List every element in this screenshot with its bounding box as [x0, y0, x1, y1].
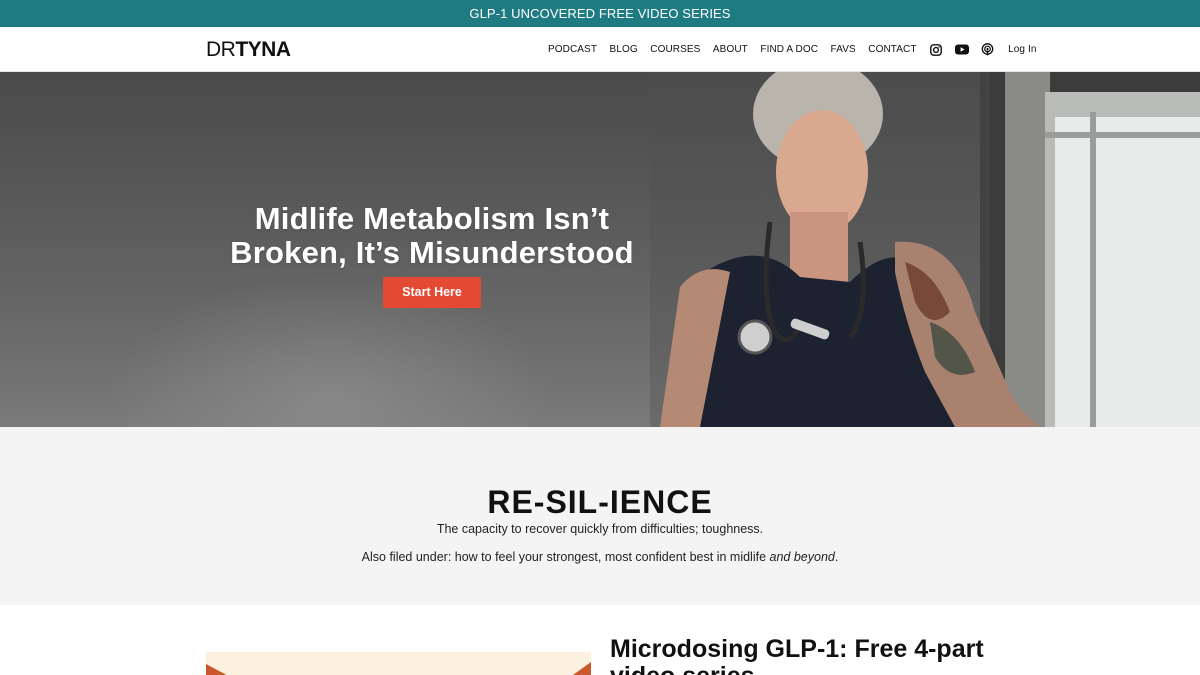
nav-favs[interactable]: FAVS [831, 27, 856, 72]
section-title: RE-SIL-IENCE [487, 484, 713, 520]
start-here-button[interactable]: Start Here [383, 277, 481, 308]
hero-headline-line2: Broken, It’s Misunderstood [230, 235, 634, 270]
podcast-icon[interactable] [981, 43, 994, 56]
nav-podcast[interactable]: PODCAST [548, 27, 597, 72]
definition-text: The capacity to recover quickly from dif… [436, 522, 764, 536]
nav-find-a-doc[interactable]: FIND A DOC [760, 27, 818, 72]
hero-section: Midlife Metabolism Isn’t Broken, It’s Mi… [0, 72, 1200, 427]
login-link[interactable]: Log In [1008, 27, 1036, 72]
site-header: DRTYNA PODCAST BLOG COURSES ABOUT FIND A… [0, 27, 1200, 72]
video-series-section: Microdosing GLP-1: Free 4-part video ser… [0, 605, 1200, 675]
resilience-section: RE-SIL-IENCE The capacity to recover qui… [0, 427, 1200, 605]
main-nav: PODCAST BLOG COURSES ABOUT FIND A DOC FA… [548, 27, 1036, 72]
nav-contact[interactable]: CONTACT [868, 27, 916, 72]
youtube-icon[interactable] [954, 43, 969, 56]
also-prefix: Also filed under: how to feel your stron… [361, 550, 770, 564]
site-logo[interactable]: DRTYNA [206, 38, 291, 62]
also-suffix: . [834, 550, 839, 564]
nav-blog[interactable]: BLOG [610, 27, 638, 72]
also-emphasis: and beyond [769, 550, 835, 564]
instagram-icon[interactable] [929, 43, 942, 56]
hero-headline: Midlife Metabolism Isn’t Broken, It’s Mi… [200, 202, 664, 270]
nav-about[interactable]: ABOUT [713, 27, 748, 72]
logo-tyna: TYNA [235, 38, 291, 61]
logo-dr: DR [206, 38, 236, 61]
also-filed-text: Also filed under: how to feel your stron… [0, 549, 1200, 566]
video-series-title[interactable]: Microdosing GLP-1: Free 4-part video ser… [610, 636, 1010, 675]
hero-headline-line1: Midlife Metabolism Isn’t [254, 201, 610, 236]
video-series-thumbnail[interactable] [206, 652, 591, 675]
nav-courses[interactable]: COURSES [650, 27, 700, 72]
announcement-bar[interactable]: GLP-1 UNCOVERED FREE VIDEO SERIES [0, 0, 1200, 27]
